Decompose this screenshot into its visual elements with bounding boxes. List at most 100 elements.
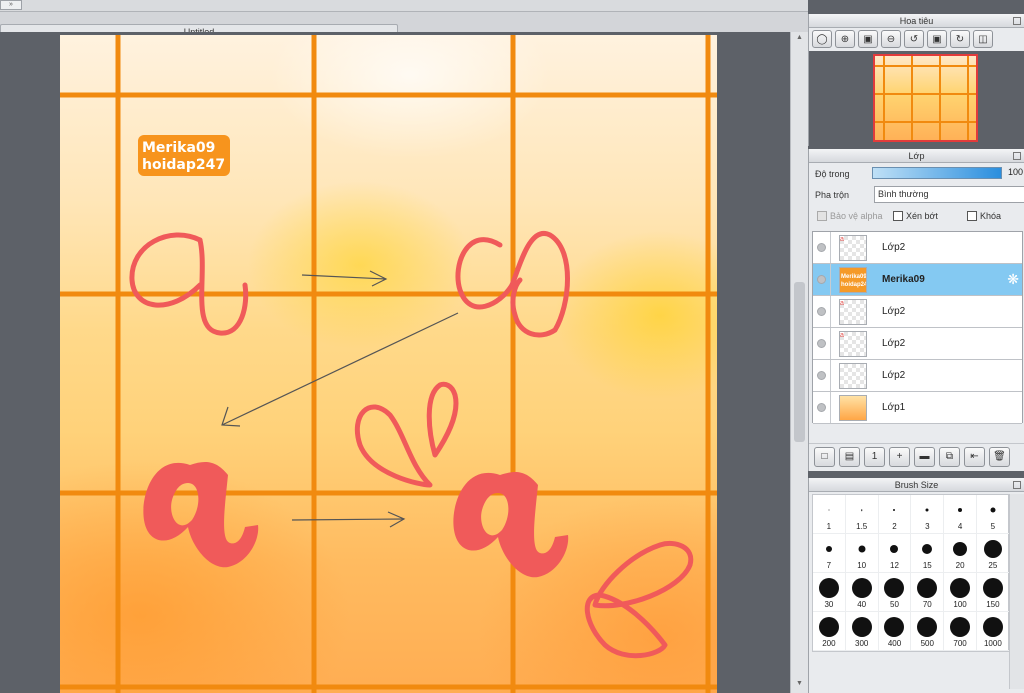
layer-row[interactable]: a Lớp2: [813, 232, 1022, 264]
scroll-down-icon[interactable]: ▼: [794, 680, 805, 691]
grid-lines: [60, 35, 717, 693]
brush-scrollbar[interactable]: [1009, 494, 1024, 689]
add-icon[interactable]: +: [889, 446, 910, 467]
brush-size-cell[interactable]: 150: [976, 573, 1010, 612]
layer-thumbnail: [839, 395, 867, 421]
brush-dot-icon: [828, 509, 830, 511]
brush-size-label: 20: [955, 561, 965, 570]
brush-dot-icon: [825, 546, 832, 552]
canvas-area[interactable]: Merika09 hoidap247: [0, 32, 790, 693]
delete-icon[interactable]: 🗑: [989, 446, 1010, 467]
layer-thumbnail: [839, 363, 867, 389]
brush-size-cell[interactable]: 3: [911, 495, 945, 534]
brush-size-cell[interactable]: 200: [813, 612, 846, 651]
brush-size-cell[interactable]: 12: [878, 534, 912, 573]
brush-size-label: 7: [826, 561, 832, 570]
clipping-checkbox[interactable]: Xén bớt: [893, 211, 938, 221]
brush-dot-icon: [917, 617, 938, 637]
rotate-right-icon[interactable]: ↻: [950, 30, 970, 48]
arrow-3: [291, 518, 405, 521]
brush-size-cell[interactable]: 700: [944, 612, 977, 651]
scroll-up-icon[interactable]: ▲: [794, 34, 805, 45]
scroll-thumb[interactable]: [794, 282, 805, 442]
brush-size-cell[interactable]: 30: [813, 573, 846, 612]
opacity-slider[interactable]: [872, 167, 1002, 179]
duplicate-icon[interactable]: ⧉: [939, 446, 960, 467]
brush-size-cell[interactable]: 70: [911, 573, 945, 612]
brush-size-label: 150: [986, 600, 1000, 609]
brush-size-cell[interactable]: 15: [911, 534, 945, 573]
layer-row[interactable]: a Lớp2: [813, 328, 1022, 360]
blend-mode-select[interactable]: Bình thường: [874, 186, 1024, 203]
zoom-in-icon[interactable]: ⊕: [835, 30, 855, 48]
merge-icon[interactable]: ⇤: [964, 446, 985, 467]
brush-dot-icon: [818, 617, 839, 637]
layer-row[interactable]: a Lớp2: [813, 296, 1022, 328]
popout-icon[interactable]: [1013, 481, 1021, 489]
expand-arrows-icon[interactable]: »: [0, 0, 22, 10]
brush-size-cell[interactable]: 300: [845, 612, 879, 651]
brush-size-cell[interactable]: 1.5: [845, 495, 879, 534]
zoom-out-icon[interactable]: ⊖: [881, 30, 901, 48]
brush-dot-icon: [893, 509, 896, 511]
brush-dot-icon: [890, 545, 899, 553]
brush-size-cell[interactable]: 2: [878, 495, 912, 534]
layer-thumbnail: Merika09 hoidap247: [839, 267, 867, 293]
layer-row[interactable]: Lớp1: [813, 392, 1022, 424]
new-raster-icon[interactable]: ▤: [839, 446, 860, 467]
brush-size-cell[interactable]: 100: [944, 573, 977, 612]
layer-row[interactable]: Lớp2: [813, 360, 1022, 392]
protect-alpha-label: Bảo vệ alpha: [830, 211, 883, 221]
zoom-actual-icon[interactable]: ◯: [812, 30, 832, 48]
brush-size-cell[interactable]: 7: [813, 534, 846, 573]
layer-panel: Lớp Độ trong 100 Pha trộn Bình thường Bả…: [808, 149, 1024, 471]
brush-size-cell[interactable]: 1: [813, 495, 846, 534]
new-1bit-icon[interactable]: 1: [864, 446, 885, 467]
brush-size-cell[interactable]: 500: [911, 612, 945, 651]
brush-size-cell[interactable]: 1000: [976, 612, 1010, 651]
fit-screen-icon[interactable]: ▣: [858, 30, 878, 48]
visibility-icon[interactable]: [817, 275, 826, 284]
new-layer-icon[interactable]: □: [814, 446, 835, 467]
brush-size-cell[interactable]: 20: [944, 534, 977, 573]
flip-icon[interactable]: ◫: [973, 30, 993, 48]
layer-panel-title: Lớp: [809, 149, 1024, 163]
popout-icon[interactable]: [1013, 17, 1021, 25]
brush-size-label: 700: [953, 639, 967, 648]
brush-size-cell[interactable]: 400: [878, 612, 912, 651]
brush-dot-icon: [922, 544, 933, 554]
navigator-view[interactable]: [809, 51, 1024, 146]
brush-size-cell[interactable]: 10: [845, 534, 879, 573]
gear-icon[interactable]: ❋: [1007, 272, 1019, 286]
rotate-left-icon[interactable]: ↺: [904, 30, 924, 48]
brush-size-label: 2: [892, 522, 897, 531]
brush-size-cell[interactable]: 50: [878, 573, 912, 612]
visibility-icon[interactable]: [817, 339, 826, 348]
brush-dot-icon: [860, 509, 863, 511]
brush-size-cell[interactable]: 5: [976, 495, 1010, 534]
visibility-icon[interactable]: [817, 371, 826, 380]
brush-dot-icon: [982, 578, 1003, 598]
brush-size-cell[interactable]: 25: [976, 534, 1010, 573]
brush-size-panel: Brush Size 1 1.5 2 3 4 5 7 10 12 15 20 25 30 40 50 70 10…: [808, 478, 1024, 693]
brush-size-cell[interactable]: 4: [944, 495, 977, 534]
popout-icon[interactable]: [1013, 152, 1021, 160]
layer-list[interactable]: a Lớp2 Merika09 hoidap247 Merika09 ❋ a L…: [812, 231, 1023, 424]
layer-name: Lớp2: [882, 306, 906, 317]
visibility-icon[interactable]: [817, 403, 826, 412]
fit-rotate-icon[interactable]: ▣: [927, 30, 947, 48]
canvas-vertical-scrollbar[interactable]: ▲ ▼: [790, 32, 808, 693]
visibility-icon[interactable]: [817, 243, 826, 252]
folder-icon[interactable]: ▬: [914, 446, 935, 467]
layer-panel-title-text: Lớp: [908, 151, 925, 161]
layer-thumbnail: a: [839, 299, 867, 325]
layer-thumbnail: a: [839, 331, 867, 357]
navigator-thumbnail[interactable]: [873, 54, 978, 142]
lock-checkbox[interactable]: Khóa: [967, 211, 1001, 221]
artboard[interactable]: Merika09 hoidap247: [60, 35, 717, 693]
visibility-icon[interactable]: [817, 307, 826, 316]
brush-size-cell[interactable]: 40: [845, 573, 879, 612]
layer-row[interactable]: Merika09 hoidap247 Merika09 ❋: [813, 264, 1022, 296]
brush-dot-icon: [925, 508, 929, 512]
protect-alpha-checkbox[interactable]: Bảo vệ alpha: [817, 211, 883, 221]
